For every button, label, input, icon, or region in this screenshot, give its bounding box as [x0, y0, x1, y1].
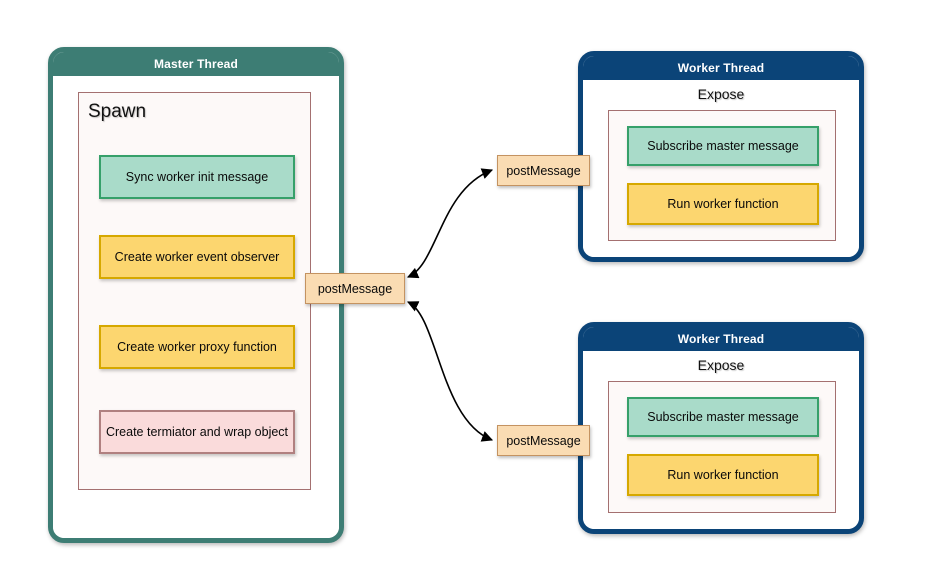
step-label: Subscribe master message — [647, 410, 799, 424]
step-create-terminator-and-wrap-object[interactable]: Create termiator and wrap object — [99, 410, 295, 454]
step-label: Run worker function — [667, 468, 779, 482]
postmessage-label: postMessage — [506, 163, 581, 178]
worker-thread-1-header: Worker Thread — [583, 56, 859, 80]
connector-master-to-worker-1 — [406, 168, 494, 279]
worker-thread-1-body: Expose Subscribe master message Run work… — [583, 80, 859, 257]
step-create-worker-proxy-function[interactable]: Create worker proxy function — [99, 325, 295, 369]
postmessage-node-worker-1[interactable]: postMessage — [497, 155, 590, 186]
step-subscribe-master-message-1[interactable]: Subscribe master message — [627, 126, 819, 166]
step-run-worker-function-2[interactable]: Run worker function — [627, 454, 819, 496]
master-thread-header: Master Thread — [53, 52, 339, 76]
step-label: Create worker event observer — [114, 250, 280, 264]
worker-thread-2-container[interactable]: Worker Thread Expose Subscribe master me… — [578, 322, 864, 534]
postmessage-label: postMessage — [317, 281, 393, 296]
expose-group-box-2[interactable]: Subscribe master message Run worker func… — [608, 381, 836, 513]
step-sync-worker-init-message[interactable]: Sync worker init message — [99, 155, 295, 199]
master-thread-container[interactable]: Master Thread Spawn Sync worker init mes… — [48, 47, 344, 543]
connector-master-to-worker-2 — [406, 301, 494, 442]
postmessage-node-center[interactable]: postMessage — [305, 273, 405, 304]
spawn-group-box[interactable]: Spawn Sync worker init message Create wo… — [78, 92, 311, 490]
step-label: Subscribe master message — [647, 139, 799, 153]
diagram-canvas: Master Thread Spawn Sync worker init mes… — [0, 0, 930, 586]
step-label: Run worker function — [667, 197, 779, 211]
expose-group-title-2: Expose — [697, 357, 745, 373]
spawn-group-title: Spawn — [88, 101, 147, 122]
step-run-worker-function-1[interactable]: Run worker function — [627, 183, 819, 225]
worker-thread-2-body: Expose Subscribe master message Run work… — [583, 351, 859, 529]
step-subscribe-master-message-2[interactable]: Subscribe master message — [627, 397, 819, 437]
worker-thread-1-container[interactable]: Worker Thread Expose Subscribe master me… — [578, 51, 864, 262]
expose-group-box-1[interactable]: Subscribe master message Run worker func… — [608, 110, 836, 241]
step-label: Create worker proxy function — [117, 340, 277, 354]
step-label: Create termiator and wrap object — [105, 425, 289, 439]
worker-thread-2-header: Worker Thread — [583, 327, 859, 351]
postmessage-label: postMessage — [506, 433, 581, 448]
master-thread-body: Spawn Sync worker init message Create wo… — [53, 76, 339, 538]
step-create-worker-event-observer[interactable]: Create worker event observer — [99, 235, 295, 279]
expose-group-title-1: Expose — [697, 86, 745, 102]
step-label: Sync worker init message — [125, 170, 269, 184]
postmessage-node-worker-2[interactable]: postMessage — [497, 425, 590, 456]
